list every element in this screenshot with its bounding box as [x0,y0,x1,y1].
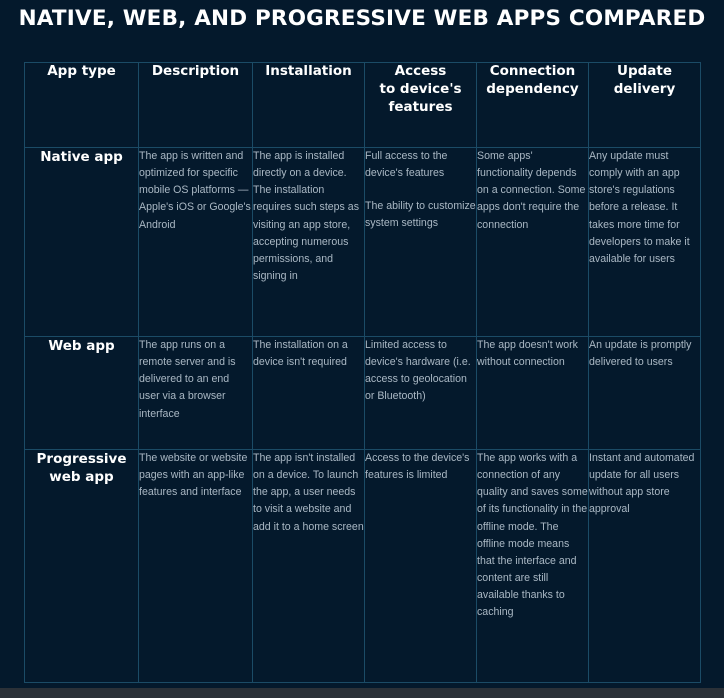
cell-native-access: Full access to the device's features The… [364,147,477,337]
page-title: NATIVE, WEB, AND PROGRESSIVE WEB APPS CO… [18,6,706,31]
cell-pwa-description: The website or website pages with an app… [138,449,253,683]
table-row: Native app The app is written and optimi… [24,147,701,337]
column-header-label-line2: delivery [613,80,676,97]
column-header-label-line1: Access [394,63,447,79]
row-label-web-app: Web app [24,336,139,450]
cell-paragraph: Any update must comply with an app store… [589,150,690,265]
column-header-label-line1: Connection [489,63,576,79]
cell-paragraph: The app works with a connection of any q… [477,452,588,619]
column-header-label-line2: dependency [486,80,579,97]
cell-pwa-update: Instant and automated update for all use… [588,449,701,683]
cell-web-description: The app runs on a remote server and is d… [138,336,253,450]
table-row: Progressive web app The website or websi… [24,449,701,683]
cell-web-installation: The installation on a device isn't requi… [252,336,365,450]
column-header-installation: Installation [252,62,365,148]
cell-pwa-installation: The app isn't installed on a device. To … [252,449,365,683]
cell-paragraph: The website or website pages with an app… [139,452,248,499]
table-header-row: App type Description Installation Access… [24,62,701,148]
column-header-label-line1: Update [616,63,672,79]
column-header-description: Description [138,62,253,148]
bottom-strip [0,688,724,698]
column-header-update: Update delivery [588,62,701,148]
column-header-app-type: App type [24,62,139,148]
cell-native-description: The app is written and optimized for spe… [138,147,253,337]
comparison-table: App type Description Installation Access… [24,62,701,683]
cell-pwa-connection: The app works with a connection of any q… [476,449,589,683]
column-header-connection: Connection dependency [476,62,589,148]
cell-paragraph: The app is installed directly on a devic… [253,150,359,283]
cell-native-installation: The app is installed directly on a devic… [252,147,365,337]
column-header-label-line3: features [388,98,453,115]
cell-paragraph: Some apps' functionality depends on a co… [477,150,586,231]
row-label-progressive-web-app: Progressive web app [24,449,139,683]
cell-paragraph: The app isn't installed on a device. To … [253,452,364,533]
cell-web-connection: The app doesn't work without connection [476,336,589,450]
cell-paragraph: Full access to the device's features [365,150,448,180]
cell-paragraph: The app doesn't work without connection [477,339,578,369]
row-label-native-app: Native app [24,147,139,337]
cell-web-access: Limited access to device's hardware (i.e… [364,336,477,450]
column-header-label-line2: to device's [379,80,462,97]
cell-paragraph: The app is written and optimized for spe… [139,150,251,231]
cell-paragraph: Limited access to device's hardware (i.e… [365,339,471,403]
cell-paragraph: Instant and automated update for all use… [589,452,695,516]
cell-native-connection: Some apps' functionality depends on a co… [476,147,589,337]
cell-paragraph: The ability to customize system settings [365,199,476,229]
column-header-label: Description [151,63,240,79]
column-header-access: Access to device's features [364,62,477,148]
column-header-label: App type [47,63,116,79]
cell-pwa-access: Access to the device's features is limit… [364,449,477,683]
cell-paragraph: The app runs on a remote server and is d… [139,339,236,420]
cell-native-update: Any update must comply with an app store… [588,147,701,337]
table-row: Web app The app runs on a remote server … [24,336,701,450]
cell-web-update: An update is promptly delivered to users [588,336,701,450]
cell-paragraph: Access to the device's features is limit… [365,452,470,482]
infographic-page: NATIVE, WEB, AND PROGRESSIVE WEB APPS CO… [0,0,724,688]
cell-paragraph: The installation on a device isn't requi… [253,339,348,369]
column-header-label: Installation [265,63,352,79]
cell-paragraph: An update is promptly delivered to users [589,339,692,369]
